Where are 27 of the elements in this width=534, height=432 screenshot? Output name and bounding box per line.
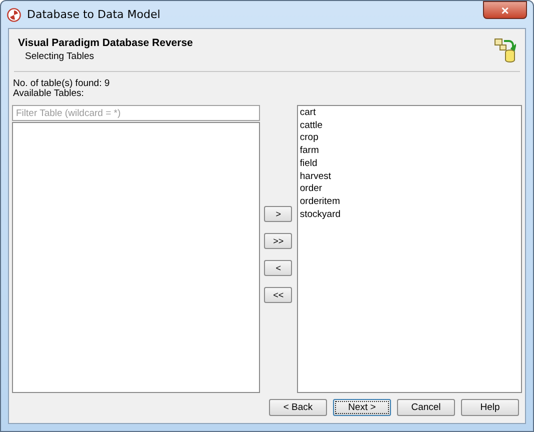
wizard-button[interactable]: Next > [333, 399, 391, 416]
table-item[interactable]: field [298, 158, 520, 171]
wizard-button[interactable]: Cancel [397, 399, 455, 416]
table-item[interactable]: harvest [298, 170, 520, 184]
table-item[interactable]: order [298, 183, 520, 196]
wizard-button[interactable]: Help [461, 399, 519, 416]
filter-field[interactable]: Filter Table (wildcard = *) [12, 105, 260, 121]
available-tables-list[interactable] [12, 122, 260, 393]
move-button[interactable]: << [264, 287, 292, 303]
move-button[interactable]: < [264, 260, 292, 276]
window-title: Database to Data Model [27, 8, 162, 21]
tables-found-count: No. of table(s) found: 9 [12, 79, 111, 89]
wizard-button[interactable]: < Back [269, 399, 327, 416]
wizard-subtitle: Selecting Tables [24, 51, 96, 62]
table-item[interactable]: orderitem [298, 196, 520, 209]
table-item[interactable]: stockyard [298, 208, 520, 222]
database-reverse-icon [494, 37, 516, 63]
table-item[interactable]: cart [298, 107, 520, 120]
table-item[interactable]: cattle [298, 120, 520, 132]
wizard-title: Visual Paradigm Database Reverse [18, 37, 194, 49]
move-button[interactable]: >> [264, 233, 292, 249]
table-item[interactable]: crop [298, 132, 520, 146]
available-tables-label: Available Tables: [12, 89, 85, 99]
table-item[interactable]: farm [298, 145, 520, 158]
app-logo-icon [7, 8, 21, 22]
selected-tables-list[interactable]: cart cattle crop farm field harvest order orderitem stockyard [296, 105, 522, 393]
move-button[interactable]: > [264, 206, 292, 222]
